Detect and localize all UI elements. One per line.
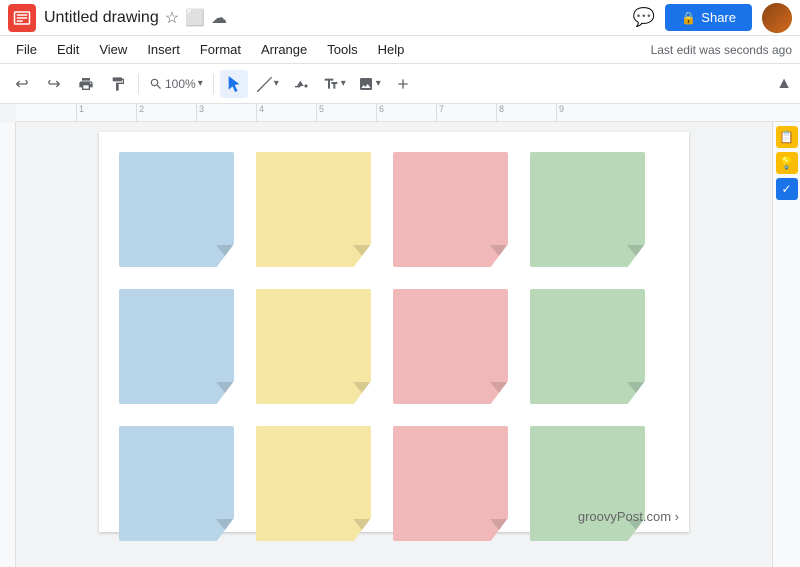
menu-arrange[interactable]: Arrange: [253, 40, 315, 59]
folder-icon[interactable]: ⬜: [185, 8, 205, 28]
menu-format[interactable]: Format: [192, 40, 249, 59]
zoom-selector[interactable]: 100% ▾: [145, 75, 207, 93]
watermark: groovyPost.com ›: [578, 509, 679, 524]
paint-format-button[interactable]: [104, 70, 132, 98]
menu-edit[interactable]: Edit: [49, 40, 87, 59]
sticky-note-5[interactable]: [119, 289, 234, 404]
sticky-note-11[interactable]: [393, 426, 508, 541]
comment-icon[interactable]: 💬: [633, 7, 655, 28]
more-tools-button[interactable]: [389, 70, 417, 98]
sidebar-icon-2[interactable]: 💡: [776, 152, 798, 174]
ruler: 1 2 3 4 5 6 7 8 9: [16, 104, 800, 122]
left-ruler: [0, 122, 16, 567]
sticky-note-9[interactable]: [119, 426, 234, 541]
redo-button[interactable]: ↪: [40, 70, 68, 98]
user-avatar[interactable]: [762, 3, 792, 33]
menu-view[interactable]: View: [91, 40, 135, 59]
app-logo: [8, 4, 36, 32]
ruler-canvas: 1 2 3 4 5 6 7 8 9: [16, 104, 800, 121]
sticky-notes-grid: [119, 152, 655, 551]
sticky-note-1[interactable]: [119, 152, 234, 267]
last-edit-status: Last edit was seconds ago: [651, 43, 792, 57]
lock-icon: 🔒: [681, 11, 696, 25]
ruler-mark-4: 4: [256, 104, 264, 121]
canvas-area[interactable]: groovyPost.com ›: [16, 122, 772, 567]
menu-insert[interactable]: Insert: [139, 40, 188, 59]
main-area: groovyPost.com › 📋 💡 ✓: [0, 122, 800, 567]
zoom-level: 100%: [165, 77, 196, 91]
star-icon[interactable]: ☆: [165, 8, 179, 28]
ruler-mark-2: 2: [136, 104, 144, 121]
document-title[interactable]: Untitled drawing: [44, 9, 159, 27]
sidebar-icon-1[interactable]: 📋: [776, 126, 798, 148]
menu-help[interactable]: Help: [370, 40, 413, 59]
title-icons: ☆ ⬜ ☁: [165, 8, 227, 28]
right-sidebar: 📋 💡 ✓: [772, 122, 800, 567]
sticky-note-6[interactable]: [256, 289, 371, 404]
menu-bar: File Edit View Insert Format Arrange Too…: [0, 36, 800, 64]
sidebar-icon-3[interactable]: ✓: [776, 178, 798, 200]
image-tool[interactable]: ▾: [354, 74, 385, 94]
print-button[interactable]: [72, 70, 100, 98]
textbox-tool[interactable]: ▾: [319, 74, 350, 94]
sticky-note-3[interactable]: [393, 152, 508, 267]
sticky-note-2[interactable]: [256, 152, 371, 267]
title-bar: Untitled drawing ☆ ⬜ ☁ 💬 🔒 Share: [0, 0, 800, 36]
ruler-mark-1: 1: [76, 104, 84, 121]
menu-tools[interactable]: Tools: [319, 40, 365, 59]
drawing-canvas[interactable]: groovyPost.com ›: [99, 132, 689, 532]
menu-file[interactable]: File: [8, 40, 45, 59]
toolbar-divider-1: [138, 74, 139, 94]
cloud-icon[interactable]: ☁: [211, 8, 227, 28]
select-tool[interactable]: [220, 70, 248, 98]
share-button[interactable]: 🔒 Share: [665, 4, 752, 31]
toolbar-divider-2: [213, 74, 214, 94]
ruler-mark-7: 7: [436, 104, 444, 121]
sticky-note-4[interactable]: [530, 152, 645, 267]
sticky-note-7[interactable]: [393, 289, 508, 404]
toolbar-collapse-button[interactable]: ▲: [776, 75, 792, 93]
sticky-note-8[interactable]: [530, 289, 645, 404]
ruler-mark-6: 6: [376, 104, 384, 121]
shape-tool[interactable]: [287, 70, 315, 98]
ruler-mark-8: 8: [496, 104, 504, 121]
sticky-note-10[interactable]: [256, 426, 371, 541]
toolbar: ↩ ↪ 100% ▾ ▾ ▾ ▾ ▲: [0, 64, 800, 104]
line-tool[interactable]: ▾: [252, 74, 283, 94]
ruler-mark-9: 9: [556, 104, 564, 121]
ruler-mark-5: 5: [316, 104, 324, 121]
share-label: Share: [701, 10, 736, 25]
zoom-dropdown-icon: ▾: [198, 78, 203, 89]
header-right: 💬 🔒 Share: [633, 3, 792, 33]
ruler-mark-3: 3: [196, 104, 204, 121]
undo-button[interactable]: ↩: [8, 70, 36, 98]
